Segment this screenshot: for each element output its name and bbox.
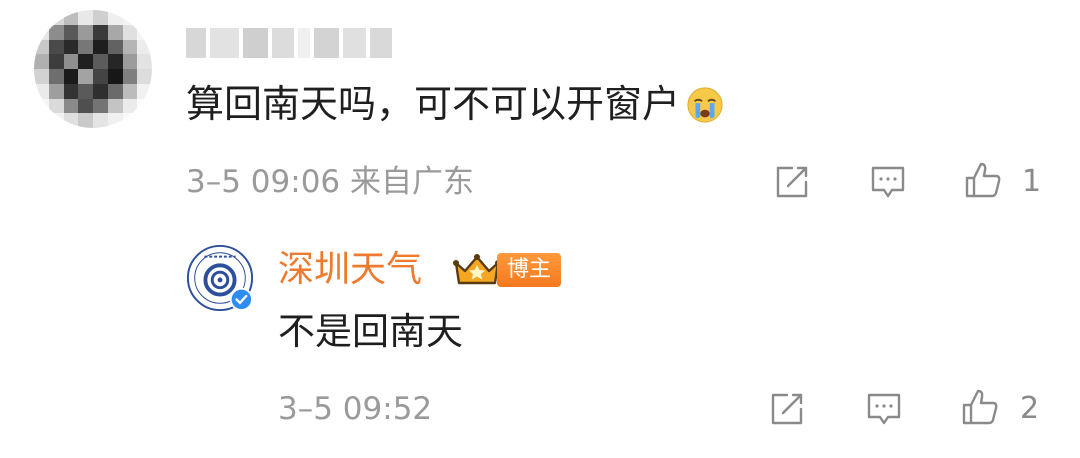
comment-body: 算回南天吗，可不可以开窗户 [186, 82, 681, 126]
crying-face-emoji-icon [686, 85, 724, 123]
reply-comment-icon[interactable] [868, 162, 908, 202]
reply-comment-icon[interactable] [864, 389, 904, 429]
like-icon[interactable] [960, 387, 1000, 427]
user-name-blurred[interactable] [186, 24, 392, 62]
user-avatar[interactable] [34, 10, 152, 128]
reply-meta: 3–5 09:52 [278, 391, 433, 427]
crown-icon [452, 251, 502, 289]
reply-text: 不是回南天 [278, 310, 463, 353]
reply-avatar[interactable] [185, 243, 255, 313]
blogger-badge: 博主 [497, 253, 562, 287]
comment-meta: 3–5 09:06 来自广东 [186, 164, 474, 200]
share-icon[interactable] [772, 162, 812, 202]
reply-author-name[interactable]: 深圳天气 [278, 246, 422, 294]
like-count: 1 [1022, 164, 1042, 199]
like-icon[interactable] [963, 160, 1003, 200]
share-icon[interactable] [767, 389, 807, 429]
comment-text: 算回南天吗，可不可以开窗户 [186, 78, 724, 130]
like-count: 2 [1020, 391, 1040, 426]
